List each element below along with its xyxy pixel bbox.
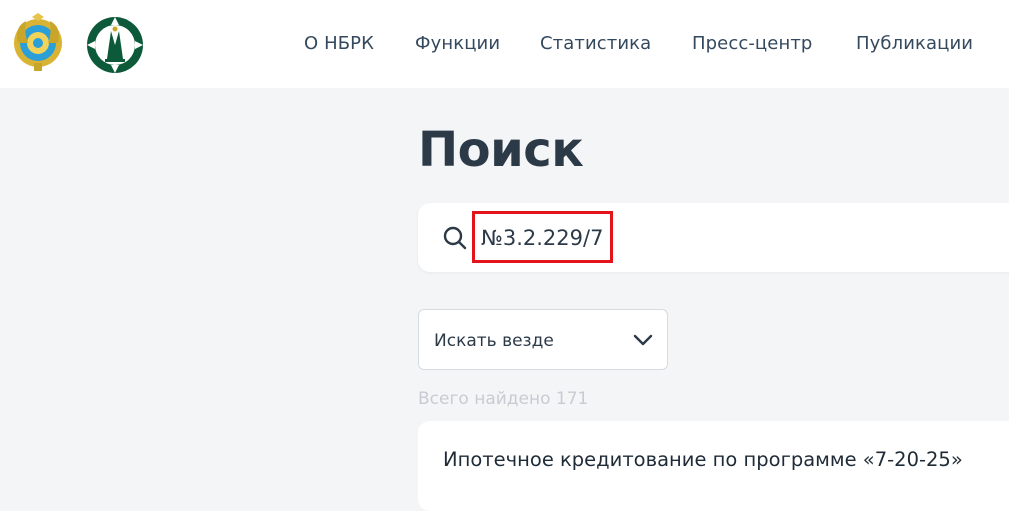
page-title: Поиск xyxy=(418,122,584,178)
nav-press-center[interactable]: Пресс-центр xyxy=(692,33,812,54)
national-bank-logo-icon[interactable] xyxy=(85,15,145,75)
results-count: Всего найдено 171 xyxy=(418,389,589,409)
search-input[interactable] xyxy=(475,217,955,259)
site-header: О НБРК Функции Статистика Пресс-центр Пу… xyxy=(0,0,1009,88)
search-box[interactable] xyxy=(418,203,1009,272)
search-icon[interactable] xyxy=(442,225,468,251)
search-scope-select[interactable]: Искать везде xyxy=(418,309,668,370)
nav-about[interactable]: О НБРК xyxy=(304,33,374,54)
search-result-title[interactable]: Ипотечное кредитование по программе «7-2… xyxy=(443,448,963,471)
state-emblem-icon[interactable] xyxy=(12,13,64,73)
nav-statistics[interactable]: Статистика xyxy=(540,33,651,54)
search-scope-selected-value: Искать везде xyxy=(434,331,554,351)
chevron-down-icon xyxy=(633,334,653,346)
nav-publications[interactable]: Публикации xyxy=(856,33,973,54)
nav-functions[interactable]: Функции xyxy=(415,33,500,54)
search-result-item[interactable]: Ипотечное кредитование по программе «7-2… xyxy=(418,421,1009,511)
